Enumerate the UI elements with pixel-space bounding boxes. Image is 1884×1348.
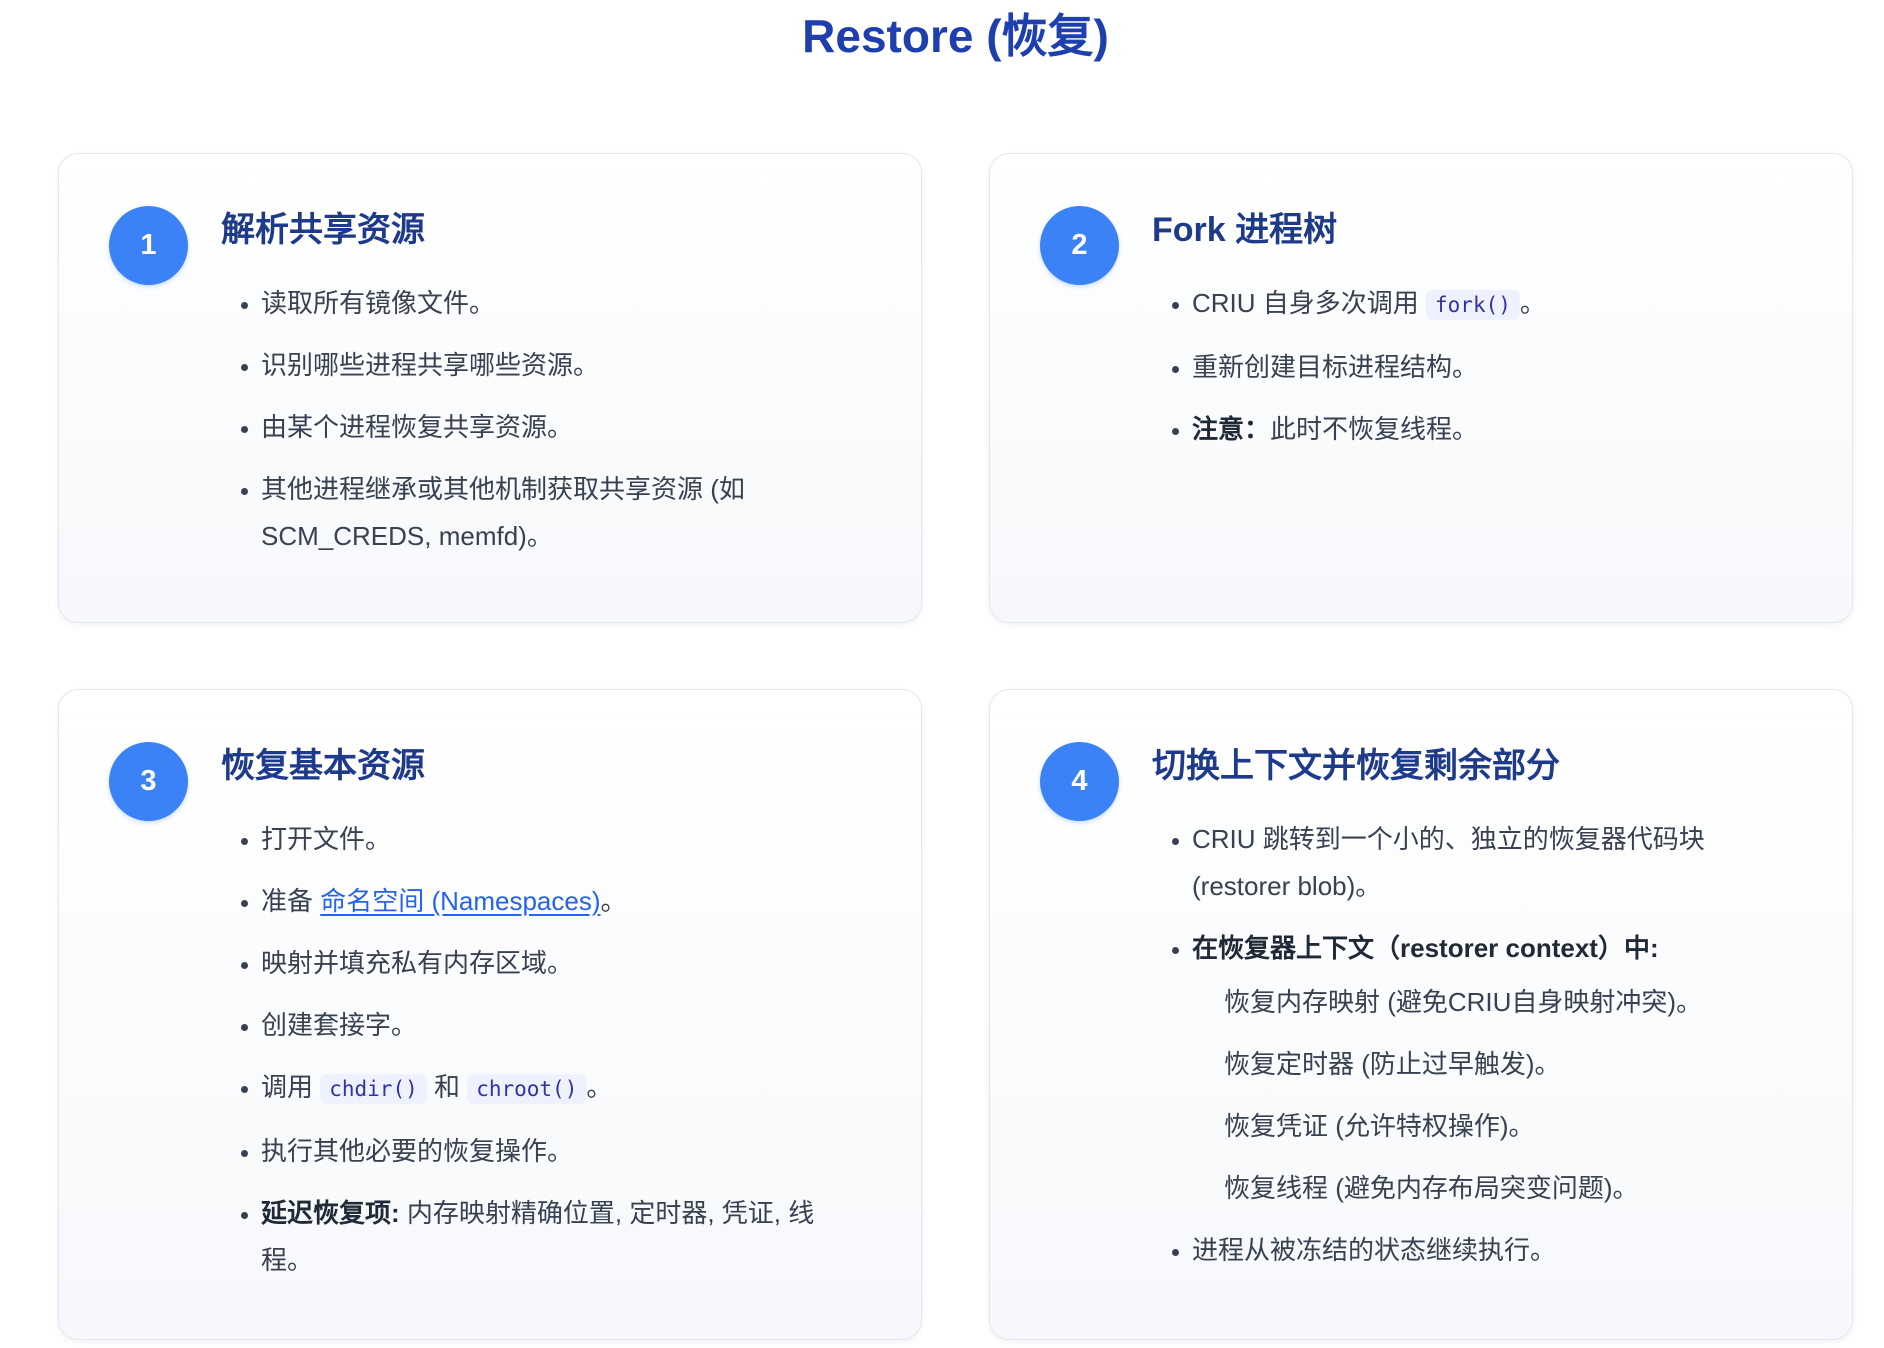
step-item-text: 创建套接字。 [261, 1010, 418, 1040]
step-item-text: 调用 [261, 1072, 321, 1102]
step-item-text: 。 [600, 886, 627, 916]
step-item-text: 此时不恢复线程。 [1270, 414, 1479, 444]
step-content: Fork 进程树 CRIU 自身多次调用 fork()。 重新创建目标进程结构。… [1152, 206, 1797, 468]
step-card-3: 3 恢复基本资源 打开文件。 准备 命名空间 (Namespaces)。 映射并… [58, 689, 922, 1340]
step-item-text: 打开文件。 [261, 824, 392, 854]
step-item: 打开文件。 [261, 816, 866, 863]
step-heading: 解析共享资源 [221, 211, 425, 249]
sub-item: 恢复定时器 (防止过早触发)。 [1224, 1049, 1561, 1079]
step-content: 切换上下文并恢复剩余部分 CRIU 跳转到一个小的、独立的恢复器代码块 (res… [1152, 742, 1797, 1289]
step-item-list: CRIU 自身多次调用 fork()。 重新创建目标进程结构。 注意：此时不恢复… [1152, 280, 1797, 453]
sub-item: 恢复线程 (避免内存布局突变问题)。 [1224, 1173, 1639, 1203]
sub-item: 恢复凭证 (允许特权操作)。 [1224, 1111, 1535, 1141]
step-card-1: 1 解析共享资源 读取所有镜像文件。 识别哪些进程共享哪些资源。 由某个进程恢复… [58, 153, 922, 623]
step-item: 创建套接字。 [261, 1002, 866, 1049]
step-item: 在恢复器上下文（restorer context）中: 恢复内存映射 (避免CR… [1192, 925, 1797, 1212]
step-item: 进程从被冻结的状态继续执行。 [1192, 1227, 1797, 1274]
step-heading: 切换上下文并恢复剩余部分 [1152, 747, 1560, 785]
step-item-text: CRIU 跳转到一个小的、独立的恢复器代码块 (restorer blob)。 [1192, 824, 1705, 901]
step-item: 识别哪些进程共享哪些资源。 [261, 342, 866, 389]
step-item-text: 映射并填充私有内存区域。 [261, 948, 574, 978]
step-item-text: 和 [426, 1072, 468, 1102]
step-item: 延迟恢复项: 内存映射精确位置, 定时器, 凭证, 线程。 [261, 1190, 866, 1284]
namespaces-link[interactable]: 命名空间 (Namespaces) [320, 886, 600, 916]
step-item-text: 由某个进程恢复共享资源。 [261, 412, 574, 442]
sub-item-list: 恢复内存映射 (避免CRIU自身映射冲突)。 恢复定时器 (防止过早触发)。 恢… [1192, 979, 1797, 1212]
step-item-list: CRIU 跳转到一个小的、独立的恢复器代码块 (restorer blob)。 … [1152, 816, 1797, 1274]
step-item: 重新创建目标进程结构。 [1192, 344, 1797, 391]
step-item-text: 重新创建目标进程结构。 [1192, 352, 1479, 382]
step-item-text: 执行其他必要的恢复操作。 [261, 1136, 574, 1166]
step-item-text: 。 [1519, 288, 1546, 318]
step-item-list: 打开文件。 准备 命名空间 (Namespaces)。 映射并填充私有内存区域。… [221, 816, 866, 1284]
step-number-badge: 3 [109, 742, 188, 821]
step-item-text: 准备 [261, 886, 321, 916]
step-item-text: 识别哪些进程共享哪些资源。 [261, 350, 600, 380]
step-content: 解析共享资源 读取所有镜像文件。 识别哪些进程共享哪些资源。 由某个进程恢复共享… [221, 206, 866, 575]
bold-label: 延迟恢复项: [261, 1198, 400, 1228]
step-card-4: 4 切换上下文并恢复剩余部分 CRIU 跳转到一个小的、独立的恢复器代码块 (r… [989, 689, 1853, 1340]
step-item: 读取所有镜像文件。 [261, 280, 866, 327]
step-item-text: 。 [586, 1072, 613, 1102]
bold-label: 在恢复器上下文（restorer context）中: [1192, 933, 1659, 963]
step-item: 执行其他必要的恢复操作。 [261, 1128, 866, 1175]
step-item-list: 读取所有镜像文件。 识别哪些进程共享哪些资源。 由某个进程恢复共享资源。 其他进… [221, 280, 866, 560]
step-card-2: 2 Fork 进程树 CRIU 自身多次调用 fork()。 重新创建目标进程结… [989, 153, 1853, 623]
step-heading: Fork 进程树 [1152, 211, 1338, 249]
step-item: 准备 命名空间 (Namespaces)。 [261, 878, 866, 925]
step-item: CRIU 跳转到一个小的、独立的恢复器代码块 (restorer blob)。 [1192, 816, 1797, 910]
bold-label: 注意： [1192, 414, 1271, 444]
step-item: 调用 chdir() 和 chroot()。 [261, 1064, 866, 1113]
sub-item: 恢复内存映射 (避免CRIU自身映射冲突)。 [1224, 987, 1703, 1017]
page-title: Restore (恢复) [802, 10, 1109, 62]
inline-code: fork() [1426, 290, 1520, 320]
inline-code: chdir() [320, 1074, 427, 1104]
step-item-text: 进程从被冻结的状态继续执行。 [1192, 1235, 1557, 1265]
step-heading: 恢复基本资源 [221, 747, 425, 785]
step-content: 恢复基本资源 打开文件。 准备 命名空间 (Namespaces)。 映射并填充… [221, 742, 866, 1299]
step-number-badge: 4 [1040, 742, 1119, 821]
step-item: 由某个进程恢复共享资源。 [261, 404, 866, 451]
step-item-text: 其他进程继承或其他机制获取共享资源 (如 SCM_CREDS, memfd)。 [261, 474, 745, 551]
step-number-badge: 1 [109, 206, 188, 285]
step-number-badge: 2 [1040, 206, 1119, 285]
inline-code: chroot() [467, 1074, 587, 1104]
step-item: 映射并填充私有内存区域。 [261, 940, 866, 987]
step-item-text: CRIU 自身多次调用 [1192, 288, 1427, 318]
step-item: 其他进程继承或其他机制获取共享资源 (如 SCM_CREDS, memfd)。 [261, 466, 866, 560]
step-item: CRIU 自身多次调用 fork()。 [1192, 280, 1797, 329]
step-item-text: 读取所有镜像文件。 [261, 288, 496, 318]
step-item: 注意：此时不恢复线程。 [1192, 406, 1797, 453]
